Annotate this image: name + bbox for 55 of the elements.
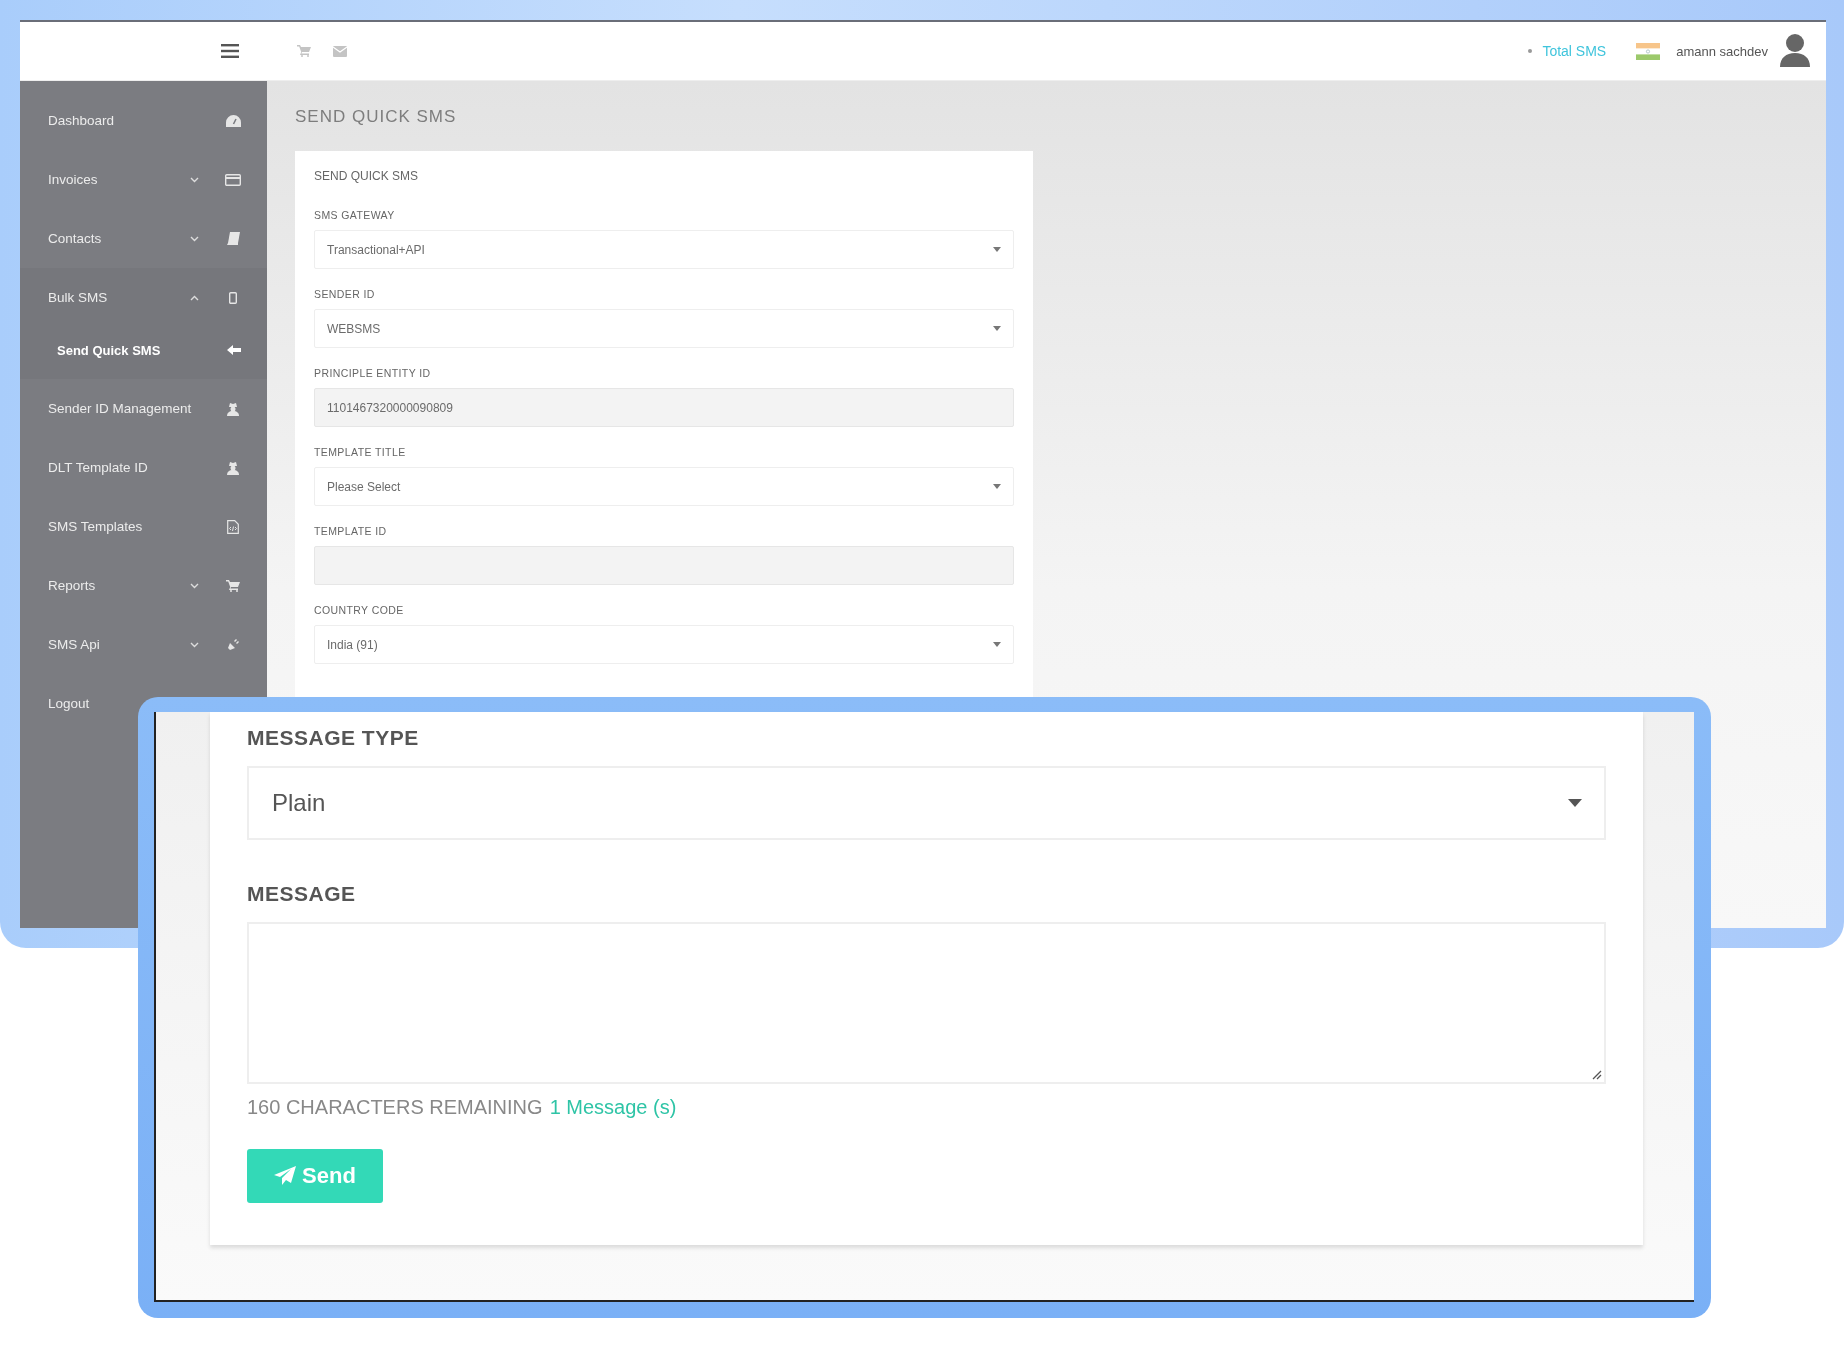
message-count: 1 Message (s) [549, 1096, 677, 1119]
caret-icon [993, 247, 1001, 252]
credit-card-icon [225, 173, 241, 186]
characters-remaining: 160 CHARACTERS REMAINING [247, 1096, 543, 1119]
cart-icon [226, 579, 240, 592]
sidebar-item[interactable]: Sender ID Management [20, 379, 267, 438]
sidebar-item[interactable]: Dashboard [20, 91, 267, 150]
field-label: TEMPLATE ID [314, 525, 388, 537]
select-field[interactable]: Please Select [314, 467, 1014, 506]
bullet-dot [1528, 49, 1533, 53]
total-sms-link[interactable]: Total SMS [1542, 43, 1607, 59]
code-file-icon [227, 519, 239, 534]
field-label: MESSAGE [247, 882, 357, 906]
select-field[interactable]: WEBSMS [314, 309, 1014, 348]
page-title: SEND QUICK SMS [295, 107, 458, 127]
sidebar-item[interactable]: Reports [20, 556, 267, 615]
user-name[interactable]: amann sachdev [1676, 43, 1768, 59]
sidebar-item[interactable]: SMS Api [20, 615, 267, 674]
sidebar-item[interactable]: Logout [20, 674, 116, 733]
sidebar-item[interactable]: DLT Template ID [20, 438, 267, 497]
field-label: SMS GATEWAY [314, 209, 396, 221]
caret-icon [1568, 799, 1582, 807]
field-label: TEMPLATE TITLE [314, 446, 407, 458]
input-field[interactable]: 1101467320000090809 [314, 388, 1014, 427]
select-field[interactable]: Plain [247, 766, 1606, 840]
sidebar-item[interactable]: Bulk SMS [20, 268, 267, 327]
input-field[interactable] [314, 546, 1014, 585]
dashboard-gauge-icon [225, 114, 241, 127]
paper-plane-icon [274, 1166, 297, 1186]
caret-icon [993, 326, 1001, 331]
send-arrow-icon [227, 345, 241, 355]
book-icon [226, 232, 240, 245]
card-title: SEND QUICK SMS [314, 169, 419, 183]
mail-icon[interactable] [333, 45, 347, 57]
cart-icon[interactable] [297, 45, 311, 57]
caret-icon [993, 484, 1001, 489]
user-avatar-icon[interactable] [1780, 33, 1810, 69]
user-secret-icon [227, 401, 239, 416]
caret-icon [993, 642, 1001, 647]
field-label: MESSAGE TYPE [247, 726, 420, 750]
field-label: PRINCIPLE ENTITY ID [314, 367, 432, 379]
select-field[interactable]: Transactional+API [314, 230, 1014, 269]
sidebar-item[interactable]: Invoices [20, 150, 267, 209]
sidebar-item[interactable]: Contacts [20, 209, 267, 268]
mobile-phone-icon [229, 291, 237, 304]
sidebar-subitem[interactable]: Send Quick SMS [20, 327, 267, 373]
sidebar-item[interactable]: SMS Templates [20, 497, 267, 556]
plug-icon [226, 637, 240, 652]
field-label: SENDER ID [314, 288, 376, 300]
flag-icon[interactable] [1636, 42, 1661, 60]
user-secret-icon [227, 460, 239, 475]
select-field[interactable]: India (91) [314, 625, 1014, 664]
field-label: COUNTRY CODE [314, 604, 405, 616]
menu-icon[interactable] [221, 44, 239, 58]
resize-grip-icon[interactable] [1590, 1068, 1602, 1080]
